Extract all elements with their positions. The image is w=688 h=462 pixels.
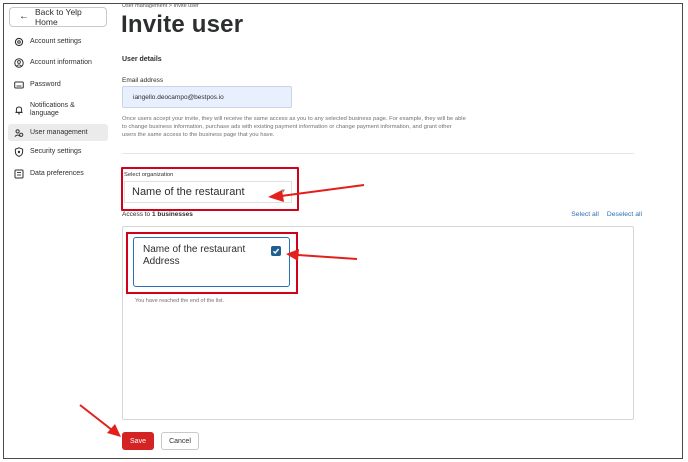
back-to-yelp-home-button[interactable]: ← Back to Yelp Home: [9, 7, 107, 27]
sidebar-item-security-settings[interactable]: Security settings: [8, 141, 108, 163]
organization-selected-value: Name of the restaurant: [132, 186, 245, 198]
business-name: Name of the restaurant: [143, 244, 246, 255]
select-all-link[interactable]: Select all: [571, 211, 599, 218]
deselect-all-link[interactable]: Deselect all: [607, 211, 642, 218]
sidebar-item-label: Notifications & language: [30, 102, 75, 117]
email-label: Email address: [122, 77, 164, 84]
sidebar-item-label: Security settings: [30, 148, 82, 155]
sidebar-item-password[interactable]: Password: [8, 74, 108, 96]
sidebar-item-label: Account information: [30, 59, 92, 66]
invite-help-text: Once users accept your invite, they will…: [122, 116, 466, 138]
breadcrumb: User management > Invite user: [122, 3, 199, 9]
user-details-heading: User details: [122, 56, 162, 63]
sidebar-item-label: Password: [30, 81, 61, 88]
access-prefix: Access to: [122, 211, 152, 218]
business-address: Address: [143, 255, 180, 267]
sidebar-item-account-information[interactable]: Account information: [8, 52, 108, 74]
chevron-down-icon: ▾: [281, 188, 285, 195]
data-icon: [13, 169, 24, 180]
business-card[interactable]: Name of the restaurant Address: [133, 237, 290, 287]
sidebar-nav: Account settings Account information Pas…: [8, 30, 108, 185]
back-button-label: Back to Yelp Home: [35, 7, 82, 27]
bell-icon: [13, 105, 24, 116]
organization-label: Select organization: [124, 172, 174, 178]
sidebar-item-notifications[interactable]: Notifications & language: [8, 96, 108, 124]
section-divider: [122, 153, 634, 154]
access-count: Access to 1 businesses: [122, 211, 193, 218]
shield-icon: [13, 147, 24, 158]
keyboard-icon: [13, 80, 24, 91]
business-checkbox[interactable]: [271, 246, 281, 256]
sidebar-item-label: Data preferences: [30, 170, 84, 177]
page-title: Invite user: [121, 11, 244, 38]
sidebar-item-user-management[interactable]: User management: [8, 124, 108, 141]
sidebar-item-label: User management: [30, 128, 88, 136]
sidebar-item-label: Account settings: [30, 37, 82, 45]
organization-select[interactable]: Name of the restaurant ▾: [124, 181, 292, 203]
end-of-list-note: You have reached the end of the list.: [135, 298, 225, 304]
gear-icon: [13, 36, 24, 47]
checkmark-icon: [272, 248, 280, 255]
selection-links: Select all Deselect all: [571, 211, 642, 218]
sidebar-item-account-settings[interactable]: Account settings: [8, 31, 108, 52]
user-circle-icon: [13, 58, 24, 69]
cancel-button[interactable]: Cancel: [161, 432, 199, 450]
access-count-value: 1 businesses: [151, 211, 193, 218]
email-field[interactable]: iangello.deocampo@bestpos.io: [122, 86, 292, 108]
save-button[interactable]: Save: [122, 432, 154, 450]
arrow-left-icon: ←: [19, 11, 29, 22]
sidebar-item-data-preferences[interactable]: Data preferences: [8, 163, 108, 185]
users-icon: [13, 127, 24, 138]
